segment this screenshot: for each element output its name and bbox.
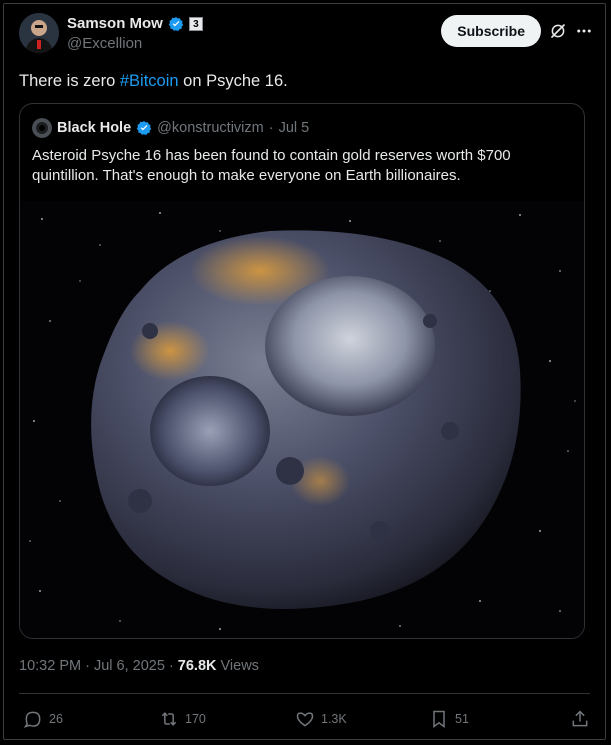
tweet-meta: 10:32 PM · Jul 6, 2025 · 76.8K Views xyxy=(19,658,259,674)
quoted-tweet-header: Black Hole @konstructivizm · Jul 5 xyxy=(32,118,309,138)
tweet-text: There is zero #Bitcoin on Psyche 16. xyxy=(19,72,288,91)
quoted-tweet-text: Asteroid Psyche 16 has been found to con… xyxy=(32,147,511,184)
tweet-header: Samson Mow 3 @Excellion Subscribe xyxy=(19,13,593,61)
author-name-row: Samson Mow 3 xyxy=(67,15,203,32)
tweet-text-before: There is zero xyxy=(19,72,120,90)
tweet-card: Samson Mow 3 @Excellion Subscribe There … xyxy=(3,3,606,740)
bookmark-count: 51 xyxy=(455,712,469,726)
heart-icon xyxy=(296,712,314,727)
quoted-date[interactable]: Jul 5 xyxy=(279,120,310,136)
avatar[interactable] xyxy=(19,13,59,53)
tweet-timestamp[interactable]: 10:32 PM · Jul 6, 2025 · xyxy=(19,658,178,674)
reply-button[interactable]: 26 xyxy=(23,709,63,729)
bookmark-icon xyxy=(433,710,445,728)
action-bar: 26 170 1.3K 51 xyxy=(19,709,590,733)
views-count: 76.8K xyxy=(177,658,217,674)
like-button[interactable]: 1.3K xyxy=(295,709,347,729)
author-handle[interactable]: @Excellion xyxy=(67,35,142,52)
subscribe-button[interactable]: Subscribe xyxy=(441,15,541,47)
share-button[interactable] xyxy=(570,709,590,729)
reply-icon xyxy=(23,711,41,728)
author-display-name[interactable]: Samson Mow xyxy=(67,15,163,32)
quoted-display-name[interactable]: Black Hole xyxy=(57,120,131,136)
more-options-icon[interactable] xyxy=(575,22,593,40)
bookmark-button[interactable]: 51 xyxy=(429,709,469,729)
grok-icon[interactable] xyxy=(549,22,567,40)
like-count: 1.3K xyxy=(321,712,347,726)
hashtag-link[interactable]: #Bitcoin xyxy=(120,72,179,90)
quoted-handle[interactable]: @konstructivizm xyxy=(157,120,264,136)
asteroid-image[interactable] xyxy=(20,201,584,638)
tweet-text-after: on Psyche 16. xyxy=(178,72,288,90)
verified-badge-icon xyxy=(168,16,184,31)
repost-count: 170 xyxy=(185,712,206,726)
share-icon xyxy=(572,710,588,727)
quoted-avatar[interactable] xyxy=(32,118,52,138)
affiliate-badge[interactable]: 3 xyxy=(188,16,203,31)
quoted-separator: · xyxy=(268,120,274,136)
verified-badge-icon xyxy=(136,121,152,136)
repost-button[interactable]: 170 xyxy=(159,709,206,729)
divider xyxy=(19,693,590,694)
views-label: Views xyxy=(216,658,259,674)
reply-count: 26 xyxy=(49,712,63,726)
repost-icon xyxy=(161,712,177,726)
quoted-tweet[interactable]: Black Hole @konstructivizm · Jul 5 Aster… xyxy=(19,103,585,639)
